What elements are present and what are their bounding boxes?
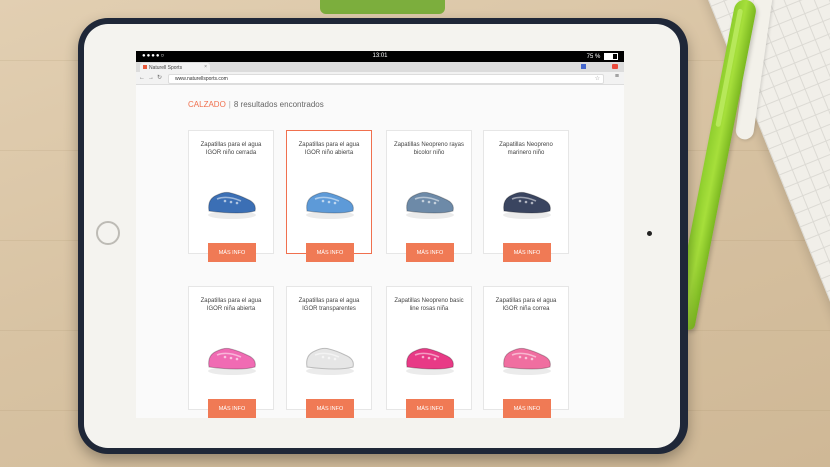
shoe-icon <box>208 191 256 219</box>
product-image[interactable] <box>299 169 361 231</box>
product-card[interactable]: Zapatillas para el agua IGOR niño cerrad… <box>188 130 274 262</box>
favicon-icon <box>143 65 147 69</box>
product-card[interactable]: Zapatillas para el agua IGOR transparent… <box>286 286 372 418</box>
product-title: Zapatillas Neopreno basic line rosas niñ… <box>394 298 464 312</box>
camera-icon <box>647 231 652 236</box>
product-image[interactable] <box>201 169 263 231</box>
heading-separator: | <box>228 100 231 109</box>
category-link[interactable]: CALZADO <box>188 100 226 109</box>
green-folder-tab <box>320 0 445 14</box>
url-text: www.naturellsports.com <box>175 76 228 82</box>
browser-tab-bar: Naturell Sports × <box>136 62 624 72</box>
product-title: Zapatillas para el agua IGOR niña abiert… <box>200 298 262 312</box>
bookmark-star-icon[interactable]: ☆ <box>595 75 600 82</box>
product-card[interactable]: Zapatillas para el agua IGOR niño abiert… <box>286 130 372 262</box>
product-card[interactable]: Zapatillas para el agua IGOR niña correa… <box>483 286 569 418</box>
status-time: 13:01 <box>372 53 388 59</box>
forward-icon[interactable]: → <box>148 75 157 81</box>
more-info-button[interactable]: MÁS INFO <box>208 399 256 418</box>
results-count: 8 resultados encontrados <box>233 100 324 109</box>
close-tab-icon[interactable]: × <box>204 64 207 70</box>
product-card[interactable]: Zapatillas Neopreno basic line rosas niñ… <box>386 286 472 418</box>
shoe-icon <box>208 347 256 375</box>
shoe-icon <box>503 347 551 375</box>
home-button[interactable] <box>96 221 120 245</box>
shoe-icon <box>406 191 454 219</box>
product-image[interactable] <box>201 325 263 387</box>
battery-indicator: 75 % <box>587 53 618 60</box>
browser-tab[interactable]: Naturell Sports × <box>140 63 210 72</box>
product-title: Zapatillas Neopreno marinero niño <box>499 142 553 156</box>
tablet-screen: ●●●●○ 13:01 75 % Naturell Sports × ←→↻ w… <box>136 51 624 418</box>
results-heading: CALZADO | 8 resultados encontrados <box>188 100 324 109</box>
more-info-button[interactable]: MÁS INFO <box>503 399 551 418</box>
more-info-button[interactable]: MÁS INFO <box>406 399 454 418</box>
menu-icon[interactable]: ≡ <box>615 73 619 80</box>
new-tab-icon[interactable] <box>612 64 618 69</box>
shoe-icon <box>406 347 454 375</box>
more-info-button[interactable]: MÁS INFO <box>306 399 354 418</box>
product-image[interactable] <box>399 325 461 387</box>
status-bar: ●●●●○ 13:01 75 % <box>136 51 624 62</box>
product-image[interactable] <box>496 325 558 387</box>
more-info-button[interactable]: MÁS INFO <box>208 243 256 262</box>
battery-percent: 75 % <box>586 54 601 61</box>
product-title: Zapatillas Neopreno rayas bicolor niño <box>393 142 465 156</box>
product-card[interactable]: Zapatillas para el agua IGOR niña abiert… <box>188 286 274 418</box>
url-field[interactable]: www.naturellsports.com ☆ <box>168 74 604 84</box>
address-bar: ←→↻ www.naturellsports.com ☆ ≡ <box>136 72 624 85</box>
product-title: Zapatillas para el agua IGOR niño abiert… <box>298 142 360 156</box>
more-info-button[interactable]: MÁS INFO <box>306 243 354 262</box>
tabs-icon[interactable] <box>581 64 586 69</box>
nav-buttons: ←→↻ <box>139 74 165 81</box>
product-card[interactable]: Zapatillas Neopreno marinero niño MÁS INF… <box>483 130 569 262</box>
grid-notebook <box>700 0 830 426</box>
product-image[interactable] <box>399 169 461 231</box>
product-title: Zapatillas para el agua IGOR niña correa <box>495 298 557 312</box>
reload-icon[interactable]: ↻ <box>157 75 165 81</box>
product-image[interactable] <box>496 169 558 231</box>
product-title: Zapatillas para el agua IGOR niño cerrad… <box>200 142 262 156</box>
product-image[interactable] <box>299 325 361 387</box>
shoe-icon <box>503 191 551 219</box>
product-card[interactable]: Zapatillas Neopreno rayas bicolor niño MÁ… <box>386 130 472 262</box>
battery-icon <box>604 53 618 60</box>
product-title: Zapatillas para el agua IGOR transparent… <box>298 298 360 312</box>
more-info-button[interactable]: MÁS INFO <box>503 243 551 262</box>
more-info-button[interactable]: MÁS INFO <box>406 243 454 262</box>
tab-title: Naturell Sports <box>149 65 183 71</box>
back-icon[interactable]: ← <box>139 75 148 81</box>
shoe-icon <box>306 347 354 375</box>
shoe-icon <box>306 191 354 219</box>
